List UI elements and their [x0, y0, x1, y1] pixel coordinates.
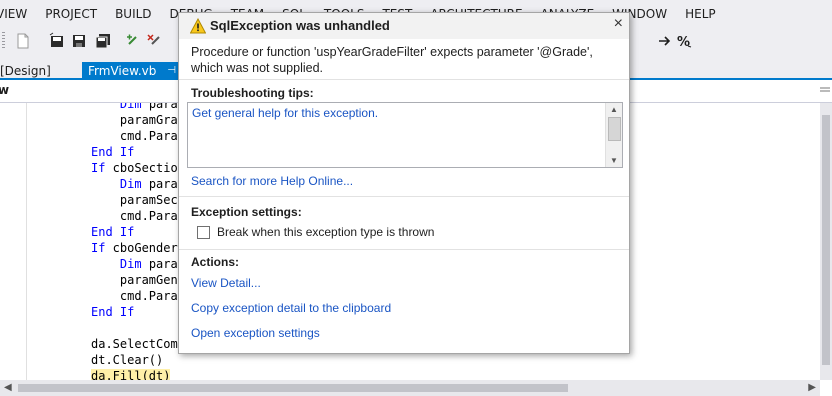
divider	[179, 79, 629, 80]
toolbar-grip[interactable]	[2, 32, 5, 50]
code-keyword: Dim	[119, 257, 142, 271]
code-line: Dim param	[119, 257, 185, 271]
actions-title: Actions:	[191, 255, 239, 269]
code-line: End If	[91, 224, 185, 240]
troubleshooting-title: Troubleshooting tips:	[191, 86, 314, 100]
code-line: End If	[91, 304, 185, 320]
menu-view[interactable]: VIEW	[0, 0, 36, 28]
divider	[179, 249, 629, 250]
diagnostics-icon[interactable]: %	[676, 32, 694, 50]
break-on-exception-label: Break when this exception type is thrown	[217, 225, 435, 239]
scroll-up-icon[interactable]: ▲	[610, 105, 618, 114]
nav-dropdown-label[interactable]: w	[0, 83, 9, 97]
code-line: dt.Clear()	[91, 353, 164, 367]
code-keyword: End If	[91, 225, 135, 239]
horizontal-scrollbar[interactable]: ◀ ▶	[0, 380, 820, 396]
popup-title: SqlException was unhandled	[210, 18, 390, 33]
code-keyword: End If	[91, 145, 135, 159]
menu-project[interactable]: PROJECT	[36, 0, 106, 28]
code-line: Dim param	[119, 177, 185, 191]
exception-message: Procedure or function 'uspYearGradeFilte…	[191, 45, 593, 75]
tab-frmview-label: FrmView.vb	[88, 64, 157, 78]
warning-icon	[189, 17, 207, 34]
code-line: If cboSection	[91, 161, 185, 175]
menu-build[interactable]: BUILD	[106, 0, 160, 28]
code-line: Dim param	[91, 103, 185, 112]
tips-scrollbar[interactable]: ▲ ▼	[605, 103, 622, 167]
code-keyword: If	[91, 161, 106, 175]
scroll-left-icon[interactable]: ◀	[4, 382, 12, 393]
tips-scroll-thumb[interactable]	[608, 117, 621, 141]
code-line: cmd.Param	[91, 289, 185, 303]
code-line: da.SelectComm	[91, 337, 185, 351]
close-icon[interactable]: ×	[614, 15, 623, 33]
open-save-icon[interactable]	[48, 32, 66, 50]
open-exception-settings-link[interactable]: Open exception settings	[191, 326, 320, 340]
code-keyword: Dim	[119, 177, 142, 191]
step-over-icon[interactable]	[656, 32, 674, 50]
vertical-scroll-thumb[interactable]	[822, 115, 830, 365]
add-item-icon[interactable]	[124, 32, 142, 50]
break-on-exception-option[interactable]: Break when this exception type is thrown	[197, 225, 434, 239]
tip-link[interactable]: Get general help for this exception.	[192, 106, 378, 120]
new-file-icon[interactable]	[14, 32, 32, 50]
search-help-online-link[interactable]: Search for more Help Online...	[191, 174, 353, 188]
popup-header: SqlException was unhandled ×	[179, 13, 629, 39]
exception-assistant-popup: SqlException was unhandled × Procedure o…	[178, 12, 630, 354]
code-text: Dim param paramGrad cmd.Param End If If cb…	[91, 103, 185, 380]
code-line: paramGend	[91, 273, 185, 287]
code-line: paramGrad	[91, 113, 185, 127]
split-view-icon[interactable]	[820, 85, 830, 95]
svg-text:%: %	[677, 35, 690, 50]
scroll-right-icon[interactable]: ▶	[808, 382, 816, 393]
view-detail-link[interactable]: View Detail...	[191, 276, 261, 290]
divider	[179, 196, 629, 197]
code-line: da.Fill(dt)	[91, 368, 185, 380]
break-on-exception-checkbox[interactable]	[197, 225, 210, 239]
save-icon[interactable]	[70, 32, 88, 50]
code-keyword: If	[91, 241, 106, 255]
menu-help[interactable]: HELP	[676, 0, 725, 28]
exception-settings-title: Exception settings:	[191, 205, 302, 219]
remove-item-icon[interactable]	[146, 32, 164, 50]
code-line: If cboGender	[91, 241, 178, 255]
horizontal-scroll-thumb[interactable]	[18, 384, 568, 392]
code-keyword: Dim	[119, 103, 142, 111]
editor-gutter	[0, 103, 27, 380]
troubleshooting-tips-list[interactable]: Get general help for this exception. ▲ ▼	[187, 102, 623, 168]
code-line: paramSect	[91, 193, 185, 207]
scroll-down-icon[interactable]: ▼	[610, 156, 618, 165]
save-all-icon[interactable]	[94, 32, 112, 50]
code-keyword: End If	[91, 305, 135, 319]
current-statement-highlight: da.Fill(dt)	[91, 369, 171, 380]
vertical-scrollbar[interactable]	[820, 103, 832, 380]
code-line: cmd.Param	[91, 209, 185, 223]
code-line: cmd.Param	[91, 129, 185, 143]
code-line: End If	[91, 144, 185, 160]
copy-exception-detail-link[interactable]: Copy exception detail to the clipboard	[191, 301, 391, 315]
